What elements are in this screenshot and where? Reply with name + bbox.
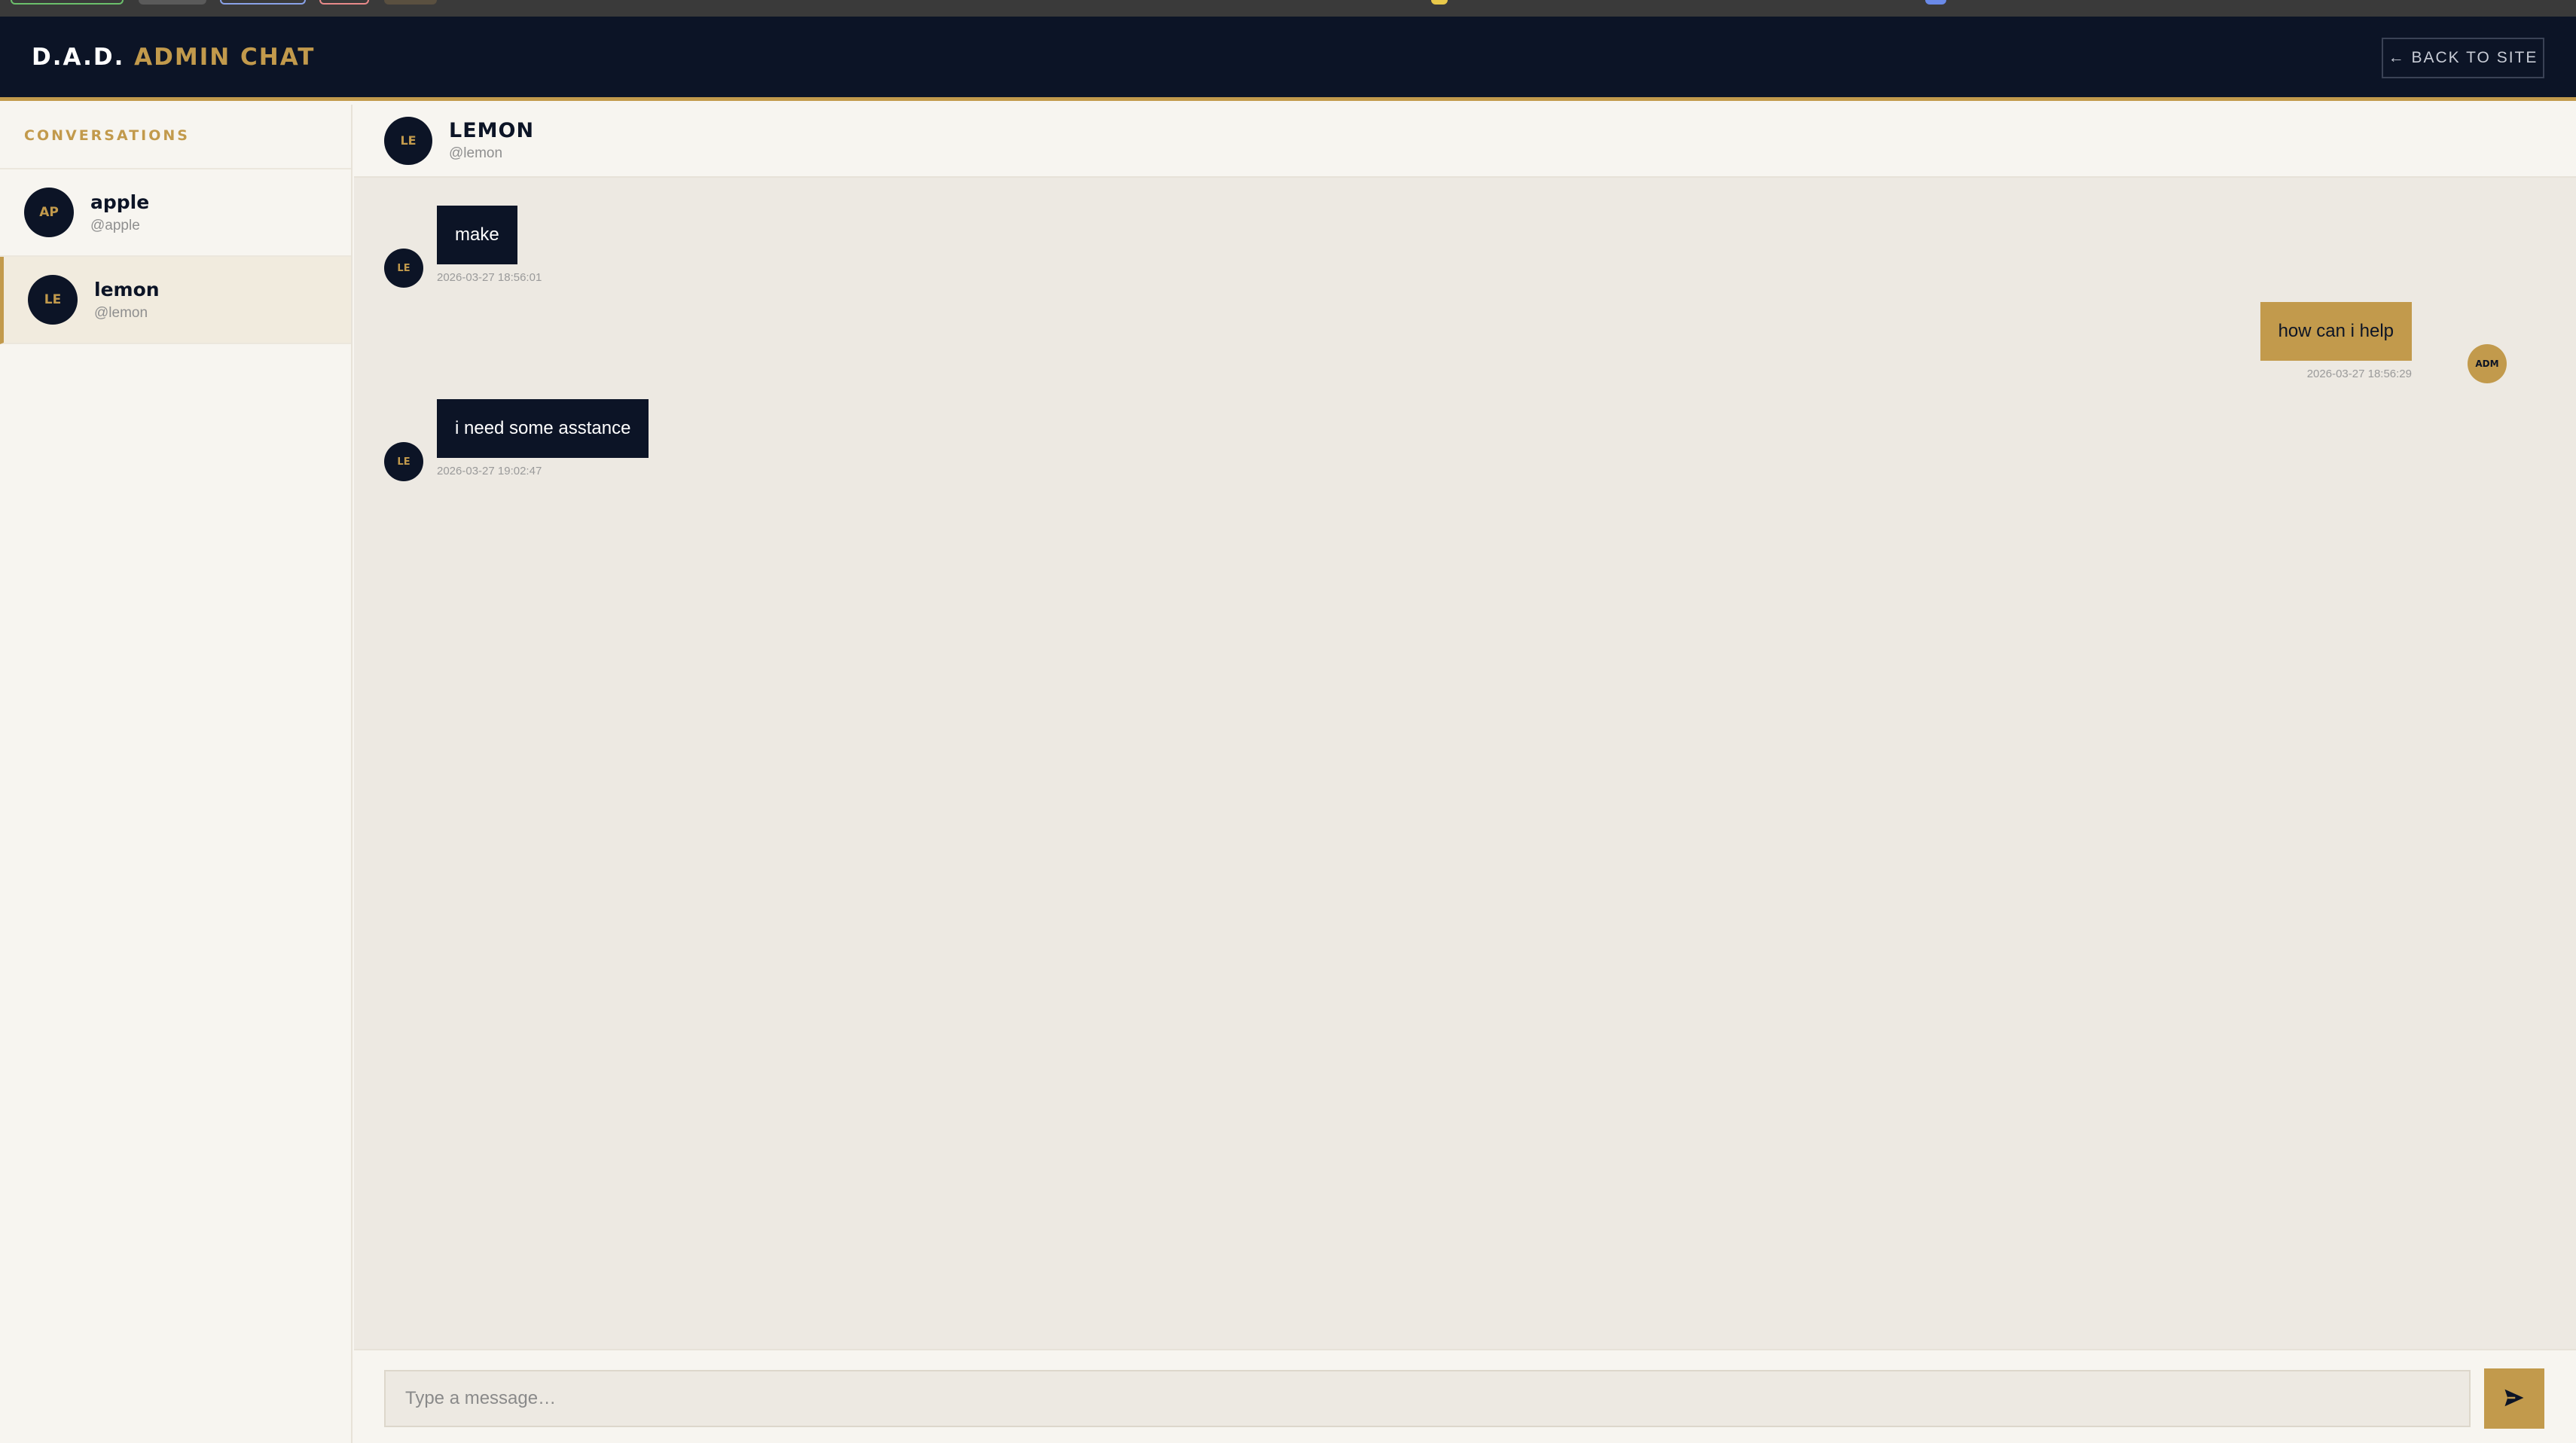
chat-contact-handle: @lemon [449,145,503,161]
message-timestamp: 2026-03-27 18:56:01 [437,271,542,284]
conversation-name: lemon [94,278,160,300]
app-header: D.A.D. ADMIN CHAT ← BACK TO SITE [0,17,2576,101]
brand-prefix: D.A.D. [32,44,125,71]
chat-contact-name: LEMON [449,119,535,142]
message-bubble: i need some asstance [437,399,649,458]
message-avatar: LE [384,249,423,288]
sidebar-title: CONVERSATIONS [0,105,351,169]
send-icon [2503,1387,2526,1411]
message-avatar: ADM [2468,344,2507,383]
conversation-handle: @lemon [94,304,148,321]
back-to-site-button[interactable]: ← BACK TO SITE [2382,38,2544,78]
message-avatar: LE [384,442,423,481]
conversations-sidebar: CONVERSATIONS AP apple @apple LE lemon @… [0,105,353,1443]
conversation-item-apple[interactable]: AP apple @apple [0,169,351,257]
brand-accent: ADMIN CHAT [134,44,316,71]
conversation-handle: @apple [90,217,140,233]
chat-panel: LE LEMON @lemon LE make 2026-03-27 18:56… [354,105,2576,1443]
chat-avatar: LE [384,116,432,165]
message-input[interactable] [384,1370,2471,1427]
chat-header: LE LEMON @lemon [354,105,2576,178]
browser-top-strip [0,0,2576,17]
conversation-name: apple [90,191,150,213]
message-bubble: make [437,206,517,264]
message-timestamp: 2026-03-27 19:02:47 [437,465,542,477]
message-composer [354,1349,2576,1443]
conversation-item-lemon[interactable]: LE lemon @lemon [0,257,351,344]
avatar: LE [28,275,78,325]
brand-title: D.A.D. ADMIN CHAT [32,44,315,71]
message-timestamp: 2026-03-27 18:56:29 [2306,368,2412,380]
send-button[interactable] [2484,1368,2544,1429]
message-bubble: how can i help [2260,302,2412,361]
avatar: AP [24,188,74,237]
